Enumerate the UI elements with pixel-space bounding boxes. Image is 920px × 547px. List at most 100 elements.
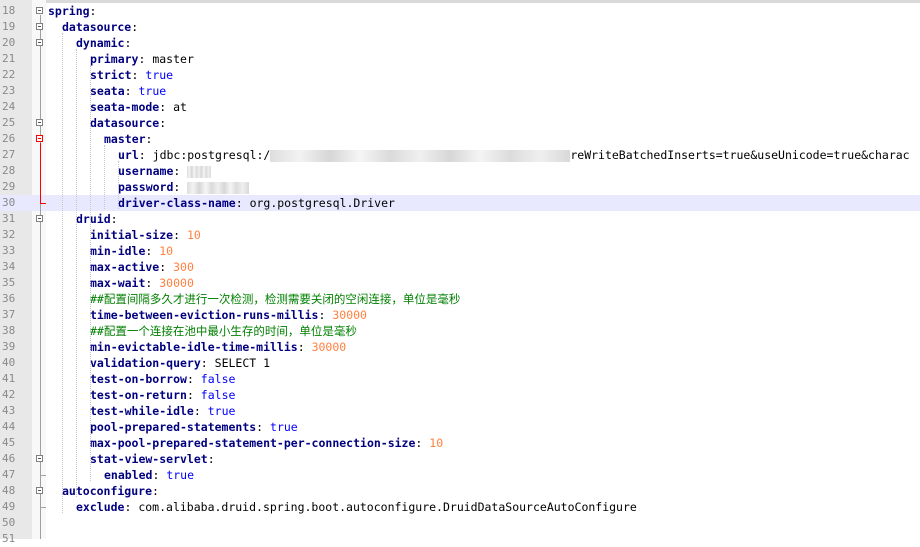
code-line[interactable]: 50	[0, 515, 920, 531]
code-line[interactable]: 25 datasource:	[0, 115, 920, 131]
line-number: 40	[2, 356, 16, 369]
code-line[interactable]: 20 dynamic:	[0, 35, 920, 51]
code-text: exclude: com.alibaba.druid.spring.boot.a…	[76, 499, 637, 515]
indent-guide	[118, 161, 119, 209]
code-text: datasource:	[90, 115, 166, 131]
yaml-key: max-active	[90, 260, 160, 274]
yaml-key: max-wait	[90, 276, 146, 290]
line-number: 47	[2, 468, 16, 481]
code-text: max-pool-prepared-statement-per-connecti…	[90, 435, 443, 451]
code-line[interactable]: 29 password:	[0, 179, 920, 195]
code-line[interactable]: 21 primary: master	[0, 51, 920, 67]
code-text: ##配置间隔多久才进行一次检测，检测需要关闭的空闲连接，单位是毫秒	[90, 291, 460, 307]
yaml-separator: :	[131, 68, 146, 82]
code-text: strict: true	[90, 67, 173, 83]
fold-toggle-icon[interactable]	[36, 455, 43, 462]
yaml-value: 10	[429, 436, 444, 450]
code-line[interactable]: 24 seata-mode: at	[0, 99, 920, 115]
code-line[interactable]: 38 ##配置一个连接在池中最小生存的时间，单位是毫秒	[0, 323, 920, 339]
yaml-separator: :	[200, 356, 215, 370]
yaml-separator: :	[173, 180, 188, 194]
yaml-separator: :	[152, 484, 159, 498]
line-number: 44	[2, 420, 16, 433]
yaml-value: 30000	[332, 308, 367, 322]
yaml-key: seata	[90, 84, 125, 98]
code-text: datasource:	[62, 19, 138, 35]
code-line[interactable]: 32 initial-size: 10	[0, 227, 920, 243]
code-text: min-evictable-idle-time-millis: 30000	[90, 339, 346, 355]
code-text: test-on-borrow: false	[90, 371, 235, 387]
fold-toggle-icon[interactable]	[36, 487, 43, 494]
code-line[interactable]: 30 driver-class-name: org.postgresql.Driv…	[0, 195, 920, 211]
code-line[interactable]: 49 exclude: com.alibaba.druid.spring.boot…	[0, 499, 920, 515]
code-line[interactable]: 40 validation-query: SELECT 1	[0, 355, 920, 371]
yaml-value: jdbc:postgresql:/	[152, 148, 271, 162]
yaml-key: datasource	[90, 116, 160, 130]
code-text: spring:	[48, 3, 96, 19]
yaml-value: true	[166, 468, 195, 482]
line-number: 19	[2, 20, 16, 33]
code-editor[interactable]: 18 spring: 19 datasource: 20 dynamic: 21 primar…	[0, 0, 920, 545]
yaml-separator: :	[159, 116, 167, 130]
yaml-separator: :	[145, 244, 160, 258]
code-text: min-idle: 10	[90, 243, 173, 259]
code-line[interactable]: 48 autoconfigure:	[0, 483, 920, 499]
fold-toggle-icon[interactable]	[36, 119, 43, 126]
fold-toggle-icon[interactable]	[36, 215, 43, 222]
code-line[interactable]: 31 druid:	[0, 211, 920, 227]
code-line[interactable]: 41 test-on-borrow: false	[0, 371, 920, 387]
code-line[interactable]: 47 enabled: true	[0, 467, 920, 483]
code-line[interactable]: 18 spring:	[0, 3, 920, 19]
code-text: initial-size: 10	[90, 227, 201, 243]
code-text: test-on-return: false	[90, 387, 235, 403]
yaml-separator: :	[193, 404, 208, 418]
code-line[interactable]: 34 max-active: 300	[0, 259, 920, 275]
line-number: 41	[2, 372, 16, 385]
fold-end-marker	[40, 475, 46, 476]
code-line[interactable]: 28 username:	[0, 163, 920, 179]
code-line[interactable]: 22 strict: true	[0, 67, 920, 83]
yaml-value: 10	[159, 244, 174, 258]
yaml-key: initial-size	[90, 228, 174, 242]
line-number: 18	[2, 4, 16, 17]
code-line[interactable]: 39 min-evictable-idle-time-millis: 30000	[0, 339, 920, 355]
code-line[interactable]: 35 max-wait: 30000	[0, 275, 920, 291]
yaml-key: primary	[90, 52, 139, 66]
code-text: master:	[104, 131, 152, 147]
line-number: 42	[2, 388, 16, 401]
code-text: stat-view-servlet:	[90, 451, 215, 467]
code-line[interactable]: 33 min-idle: 10	[0, 243, 920, 259]
code-line[interactable]: 45 max-pool-prepared-statement-per-connec…	[0, 435, 920, 451]
code-line[interactable]: 43 test-while-idle: true	[0, 403, 920, 419]
yaml-value: com.alibaba.druid.spring.boot.autoconfig…	[138, 500, 637, 514]
yaml-key: dynamic	[76, 36, 125, 50]
yaml-key: master	[104, 132, 146, 146]
code-line[interactable]: 37 time-between-eviction-runs-millis: 300…	[0, 307, 920, 323]
yaml-value: true	[270, 420, 298, 434]
line-number: 48	[2, 484, 16, 497]
yaml-value: false	[200, 372, 236, 386]
yaml-comment: ##配置一个连接在池中最小生存的时间，单位是毫秒	[90, 324, 357, 338]
code-line[interactable]: 19 datasource:	[0, 19, 920, 35]
fold-toggle-icon[interactable]	[36, 7, 43, 14]
code-text: max-active: 300	[90, 259, 194, 275]
line-number: 29	[2, 180, 16, 193]
fold-toggle-icon[interactable]	[36, 39, 43, 46]
code-line[interactable]: 26 master:	[0, 131, 920, 147]
yaml-key: pool-prepared-statements	[90, 420, 257, 434]
code-line[interactable]: 46 stat-view-servlet:	[0, 451, 920, 467]
code-line[interactable]: 51	[0, 531, 920, 547]
code-line[interactable]: 27 url: jdbc:postgresql:/ reWriteBatchedIn…	[0, 147, 920, 163]
fold-toggle-icon[interactable]	[36, 23, 43, 30]
yaml-separator: :	[145, 132, 153, 146]
code-line[interactable]: 44 pool-prepared-statements: true	[0, 419, 920, 435]
yaml-separator: :	[152, 468, 167, 482]
code-line[interactable]: 23 seata: true	[0, 83, 920, 99]
code-line[interactable]: 42 test-on-return: false	[0, 387, 920, 403]
line-number: 23	[2, 84, 16, 97]
code-text: password:	[118, 179, 250, 195]
code-line[interactable]: 36 ##配置间隔多久才进行一次检测，检测需要关闭的空闲连接，单位是毫秒	[0, 291, 920, 307]
yaml-value: true	[145, 68, 174, 82]
fold-toggle-icon[interactable]	[36, 135, 43, 142]
line-number: 45	[2, 436, 16, 449]
